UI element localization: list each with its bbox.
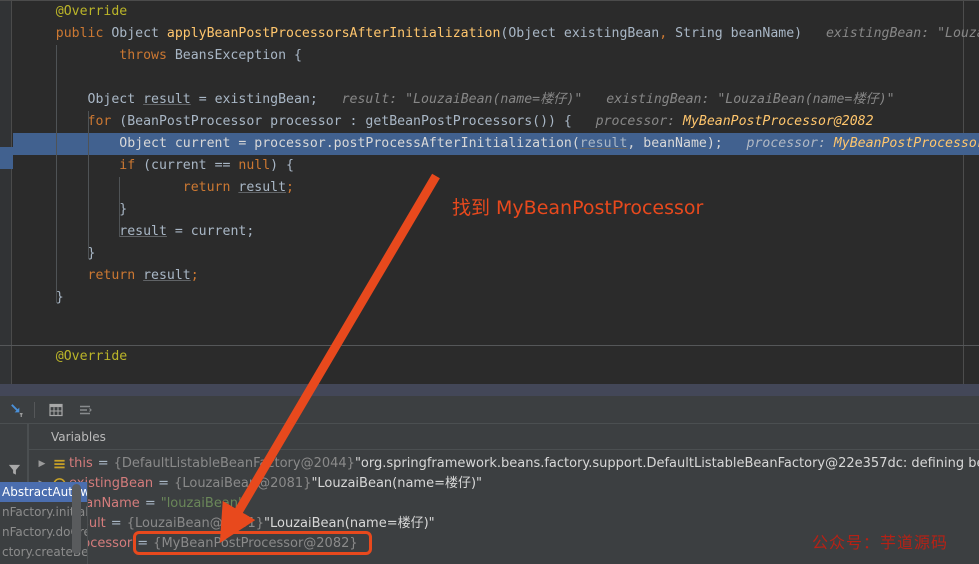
variable-equals: = bbox=[144, 496, 156, 511]
code-token: return bbox=[87, 268, 144, 283]
stack-frames-scrollbar[interactable] bbox=[72, 484, 81, 554]
code-token: = existingBean; bbox=[190, 92, 318, 107]
code-line[interactable]: @Override bbox=[13, 346, 979, 368]
code-line[interactable]: } bbox=[13, 243, 979, 265]
code-editor-bottom-pane[interactable]: @Override bbox=[0, 346, 979, 384]
variables-header-label: Variables bbox=[28, 424, 979, 450]
variable-value: "LouzaiBean(name=楼仔)" bbox=[311, 476, 483, 491]
indent-guide bbox=[87, 111, 89, 259]
variable-reference: {LouzaiBean@2081} bbox=[174, 476, 312, 491]
code-token: null bbox=[238, 158, 271, 173]
code-token: ; bbox=[190, 268, 199, 283]
code-line[interactable]: public Object applyBeanPostProcessorsAft… bbox=[13, 23, 979, 45]
code-token: @Override bbox=[55, 4, 128, 19]
code-line[interactable]: for (BeanPostProcessor processor : getBe… bbox=[13, 111, 979, 133]
code-line[interactable]: @Override bbox=[13, 1, 979, 23]
code-line[interactable]: Object current = processor.postProcessAf… bbox=[13, 133, 979, 155]
execution-line-gutter-highlight bbox=[0, 147, 13, 169]
table-view-icon[interactable] bbox=[43, 398, 69, 422]
variable-equals: = bbox=[110, 516, 122, 531]
code-token: result bbox=[119, 224, 167, 239]
annotation-callout-text: 找到 MyBeanPostProcessor bbox=[452, 197, 704, 219]
code-line[interactable]: } bbox=[13, 287, 979, 309]
code-token: if bbox=[119, 158, 144, 173]
code-token: processor: bbox=[722, 136, 834, 151]
code-line[interactable] bbox=[13, 67, 979, 89]
code-token: existingBean: bbox=[582, 92, 718, 107]
variable-row[interactable]: ▶pbeanName="louzaiBean" bbox=[29, 494, 979, 514]
code-token: Object bbox=[111, 26, 167, 41]
jump-to-source-icon[interactable] bbox=[3, 398, 29, 422]
code-token: (Object existingBean bbox=[500, 26, 660, 41]
code-token: , bbox=[659, 26, 668, 41]
watermark-text: 公众号：芋道源码 bbox=[812, 533, 949, 552]
code-token: result bbox=[579, 136, 628, 151]
code-token: existingBean: bbox=[802, 26, 938, 41]
code-token: = current; bbox=[166, 224, 255, 239]
code-token: "LouzaiBean(name=楼仔)" bbox=[405, 92, 583, 107]
code-token: String beanName) bbox=[667, 26, 803, 41]
code-token: } bbox=[87, 246, 96, 261]
code-token: (current == bbox=[143, 158, 239, 173]
variable-value: "org.springframework.beans.factory.suppo… bbox=[354, 456, 979, 471]
code-token: , beanName); bbox=[627, 136, 723, 151]
code-line[interactable]: return result; bbox=[13, 265, 979, 287]
code-token: result bbox=[143, 92, 191, 107]
code-editor-top-pane[interactable]: @Override public Object applyBeanPostPro… bbox=[0, 0, 979, 345]
code-token: "LouzaiBean(name=楼仔)" bbox=[717, 92, 895, 107]
code-token: result bbox=[238, 180, 287, 195]
indent-guide bbox=[55, 45, 57, 303]
code-token: } bbox=[119, 202, 128, 217]
variable-equals: = bbox=[97, 456, 109, 471]
variable-reference: {DefaultListableBeanFactory@2044} bbox=[113, 456, 355, 471]
code-token: throws bbox=[119, 48, 175, 63]
code-token: ; bbox=[286, 180, 294, 195]
variable-name: this bbox=[69, 456, 93, 471]
code-token: Object current = processor.postProcessAf… bbox=[119, 136, 580, 151]
code-token: } bbox=[55, 290, 64, 305]
object-field-icon bbox=[49, 458, 69, 471]
code-token: for bbox=[87, 114, 120, 129]
annotation-highlight-box bbox=[133, 531, 372, 555]
code-text-top[interactable]: @Override public Object applyBeanPostPro… bbox=[13, 1, 979, 345]
code-token: "LouzaiBean(name=楼仔)" bbox=[937, 26, 979, 41]
code-token: processor: bbox=[571, 114, 684, 129]
sort-list-icon[interactable] bbox=[72, 398, 98, 422]
indent-guide bbox=[119, 177, 121, 237]
code-token: public bbox=[55, 26, 112, 41]
filter-icon[interactable] bbox=[5, 460, 23, 478]
debugger-toolbar[interactable] bbox=[0, 396, 979, 424]
code-token: ) { bbox=[270, 158, 294, 173]
editor-gutter-bottom[interactable] bbox=[0, 346, 12, 384]
code-token: MyBeanPostProcessor@2082 bbox=[683, 114, 874, 129]
variable-equals: = bbox=[158, 476, 170, 491]
variable-row[interactable]: ▶ this = {DefaultListableBeanFactory@2044} … bbox=[29, 454, 979, 474]
variable-row[interactable]: ▶pexistingBean={LouzaiBean@2081} "Louzai… bbox=[29, 474, 979, 494]
code-token: @Override bbox=[55, 349, 128, 364]
code-token: return bbox=[182, 180, 239, 195]
code-token: BeansException { bbox=[174, 48, 302, 63]
code-token: applyBeanPostProcessorsAfterInitializati… bbox=[166, 26, 501, 41]
editor-gutter[interactable] bbox=[0, 1, 12, 345]
code-line[interactable]: Object result = existingBean; result: "L… bbox=[13, 89, 979, 111]
code-token: (BeanPostProcessor processor : getBeanPo… bbox=[119, 114, 572, 129]
expand-chevron-icon[interactable]: ▶ bbox=[35, 454, 49, 474]
code-token: Object bbox=[87, 92, 144, 107]
code-line[interactable]: throws BeansException { bbox=[13, 45, 979, 67]
code-line[interactable]: result = current; bbox=[13, 221, 979, 243]
code-token: result bbox=[143, 268, 191, 283]
code-token: result: bbox=[317, 92, 406, 107]
variable-value: "louzaiBean" bbox=[160, 496, 245, 511]
code-token: MyBeanPostProcessor@2082 bbox=[833, 136, 979, 151]
code-line[interactable]: if (current == null) { bbox=[13, 155, 979, 177]
toolbar-separator bbox=[34, 401, 35, 418]
code-text-bottom[interactable]: @Override bbox=[13, 346, 979, 384]
debugger-top-band bbox=[0, 384, 979, 396]
